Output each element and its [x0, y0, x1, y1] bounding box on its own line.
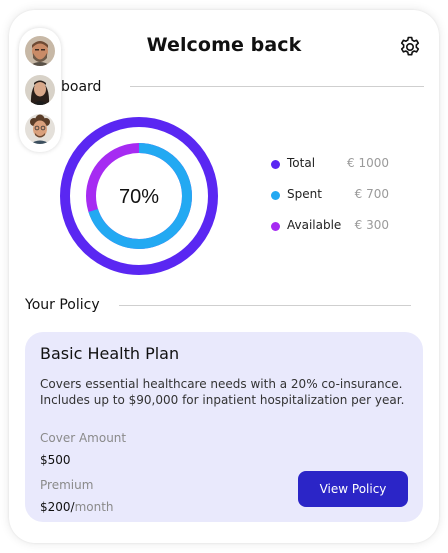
- avatar-woman[interactable]: [25, 75, 55, 105]
- legend-label: Spent: [287, 187, 322, 201]
- policy-card: Basic Health Plan Covers essential healt…: [25, 332, 423, 522]
- legend-item-total: Total € 1000: [271, 156, 401, 187]
- page-title: Welcome back: [146, 34, 302, 56]
- cover-amount-value: $500: [40, 453, 71, 467]
- legend-value: € 300: [354, 218, 389, 232]
- budget-legend: Total € 1000 Spent € 700 Available € 300: [271, 156, 401, 249]
- gear-icon[interactable]: [398, 35, 422, 59]
- premium-period: month: [74, 500, 114, 514]
- budget-donut-chart: 70%: [60, 117, 218, 275]
- legend-label: Total: [287, 156, 316, 170]
- avatar-man-curly[interactable]: [25, 114, 55, 144]
- donut-center-label: 70%: [119, 186, 159, 208]
- premium-value: $200/month: [40, 500, 114, 514]
- legend-value: € 1000: [347, 156, 389, 170]
- cover-amount-label: Cover Amount: [40, 431, 127, 445]
- legend-label: Available: [287, 218, 342, 232]
- divider: [130, 86, 424, 87]
- plan-description: Covers essential healthcare needs with a…: [40, 377, 405, 407]
- legend-item-spent: Spent € 700: [271, 187, 401, 218]
- dashboard-section-label: board: [61, 79, 102, 95]
- dashboard-card: Welcome back board 70% Total € 1000 Spen…: [9, 10, 439, 543]
- view-policy-button[interactable]: View Policy: [298, 471, 408, 507]
- premium-amount: $200/: [40, 500, 75, 514]
- policy-section-label: Your Policy: [25, 297, 100, 313]
- legend-item-available: Available € 300: [271, 218, 401, 249]
- avatar-man-beard[interactable]: [25, 36, 55, 66]
- legend-dot: [271, 222, 280, 231]
- avatar-switcher: [19, 28, 61, 152]
- plan-name: Basic Health Plan: [40, 344, 180, 363]
- legend-value: € 700: [354, 187, 389, 201]
- premium-label: Premium: [40, 478, 94, 492]
- legend-dot: [271, 160, 280, 169]
- divider: [119, 305, 411, 306]
- legend-dot: [271, 191, 280, 200]
